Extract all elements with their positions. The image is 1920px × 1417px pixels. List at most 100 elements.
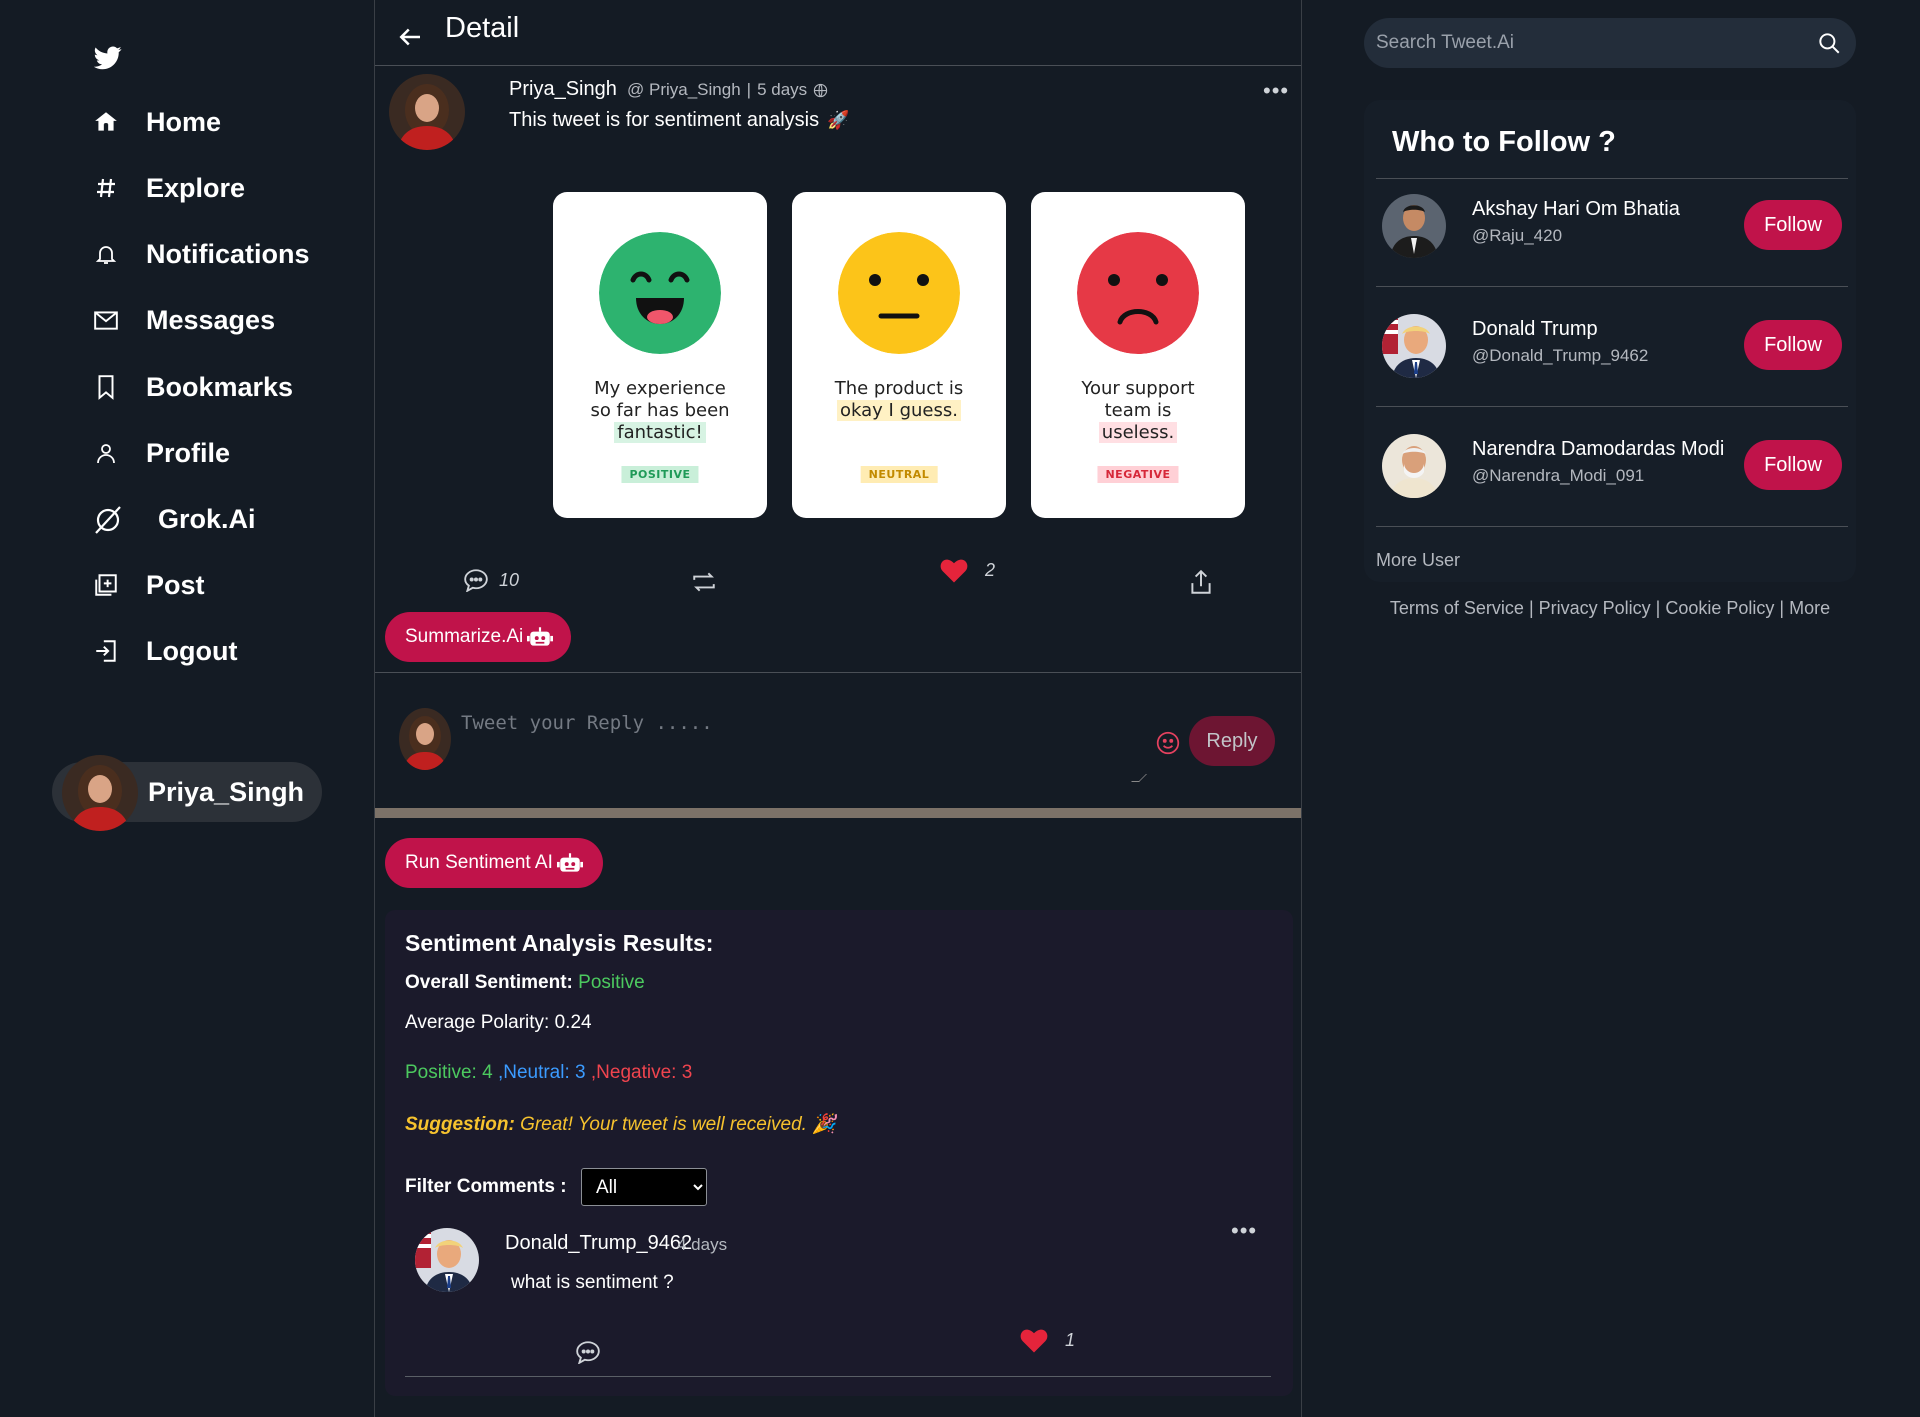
sidebar-item-notifications[interactable]: Notifications xyxy=(92,234,310,274)
sidebar-item-bookmarks[interactable]: Bookmarks xyxy=(92,367,293,407)
reply-button[interactable]: Reply xyxy=(1189,716,1275,766)
sidebar-item-label: Notifications xyxy=(146,238,310,269)
avatar xyxy=(1382,314,1446,378)
robot-icon xyxy=(527,627,554,646)
emoji-icon[interactable] xyxy=(1155,730,1181,756)
sidebar-item-logout[interactable]: Logout xyxy=(92,631,237,671)
avatar[interactable] xyxy=(415,1228,479,1292)
retweet-button[interactable] xyxy=(691,570,717,594)
comment-reply-button[interactable] xyxy=(575,1340,601,1364)
sidebar-item-label: Home xyxy=(146,106,222,137)
summarize-ai-button[interactable]: Summarize.Ai xyxy=(385,612,572,662)
heart-icon xyxy=(940,559,968,583)
results-title: Sentiment Analysis Results: xyxy=(405,930,714,956)
left-sidebar: Home Explore Notifications Messages Book… xyxy=(0,0,374,870)
back-arrow-icon[interactable] xyxy=(395,22,425,52)
terms-link[interactable]: Terms of Service xyxy=(1390,598,1524,618)
sidebar-item-home[interactable]: Home xyxy=(92,102,221,142)
post-handle: @ Priya_Singh xyxy=(627,80,741,99)
like-button[interactable]: 2 xyxy=(939,556,995,584)
more-options-icon[interactable]: ••• xyxy=(1263,78,1289,104)
suggestion-text: Great! Your tweet is well received. xyxy=(520,1114,807,1135)
sad-face-icon xyxy=(1077,232,1199,354)
sidebar-item-profile[interactable]: Profile xyxy=(92,433,230,473)
sidebar-item-post[interactable]: Post xyxy=(92,565,205,605)
follow-button[interactable]: Follow xyxy=(1744,320,1842,370)
twitter-bird-icon[interactable] xyxy=(94,46,122,70)
more-user-link[interactable]: More User xyxy=(1376,550,1460,571)
mail-icon xyxy=(92,306,120,334)
follow-user-handle: @Narendra_Modi_091 xyxy=(1472,466,1645,485)
cookie-link[interactable]: Cookie Policy xyxy=(1665,598,1774,618)
follow-suggestion[interactable]: Donald Trump @Donald_Trump_9462 Follow xyxy=(1364,302,1856,392)
sidebar-item-label: Messages xyxy=(146,304,276,335)
share-icon xyxy=(1191,569,1211,594)
post-author-name[interactable]: Priya_Singh xyxy=(509,78,617,101)
reply-input[interactable] xyxy=(461,712,1141,780)
follow-user-name: Akshay Hari Om Bhatia xyxy=(1472,198,1680,220)
card-line: team is xyxy=(1104,400,1172,421)
avatar xyxy=(62,755,138,831)
comment-button[interactable]: 10 xyxy=(463,568,519,592)
comment-icon xyxy=(576,1341,600,1364)
divider xyxy=(405,1376,1271,1377)
follow-button[interactable]: Follow xyxy=(1744,200,1842,250)
avatar xyxy=(1382,434,1446,498)
negative-count: Negative: 3 xyxy=(596,1062,693,1083)
rocket-emoji: 🚀 xyxy=(827,110,850,130)
overall-sentiment: Overall Sentiment: Positive xyxy=(405,972,645,994)
follow-button[interactable]: Follow xyxy=(1744,440,1842,490)
who-to-follow-title: Who to Follow ? xyxy=(1392,126,1616,158)
divider xyxy=(1376,286,1848,287)
sentiment-card-positive: My experience so far has been fantastic!… xyxy=(553,192,767,518)
avatar xyxy=(1382,194,1446,258)
follow-user-handle: @Raju_420 xyxy=(1472,226,1563,245)
heart-icon xyxy=(1020,1329,1048,1353)
divider xyxy=(1376,178,1848,179)
follow-suggestion[interactable]: Akshay Hari Om Bhatia @Raju_420 Follow xyxy=(1364,182,1856,272)
sidebar-item-label: Bookmarks xyxy=(146,371,294,402)
sidebar-item-label: Grok.Ai xyxy=(158,503,256,534)
sentiment-card-neutral: The product is okay I guess. NEUTRAL xyxy=(792,192,1006,518)
robot-icon xyxy=(556,853,583,872)
footer-sep: | xyxy=(1523,598,1539,618)
sidebar-item-label: Profile xyxy=(146,437,231,468)
sentiment-card-negative: Your support team is useless. NEGATIVE xyxy=(1031,192,1245,518)
detail-panel: Detail Priya_Singh @ Priya_Singh | 5 day… xyxy=(374,0,1302,1417)
privacy-link[interactable]: Privacy Policy xyxy=(1539,598,1651,618)
search-input[interactable] xyxy=(1376,18,1796,68)
card-highlight: fantastic! xyxy=(614,422,706,443)
sentiment-counts: Positive: 4 ,Neutral: 3 ,Negative: 3 xyxy=(405,1062,692,1084)
more-options-icon[interactable]: ••• xyxy=(1231,1218,1257,1244)
user-icon xyxy=(92,439,120,467)
sidebar-item-explore[interactable]: Explore xyxy=(92,168,245,208)
avatar xyxy=(399,708,451,770)
current-user-pill[interactable]: Priya_Singh xyxy=(52,755,322,831)
filter-comments-select[interactable]: All xyxy=(581,1168,707,1206)
run-sentiment-ai-button[interactable]: Run Sentiment AI xyxy=(385,838,603,888)
happy-face-icon xyxy=(599,232,721,354)
meta-separator: | xyxy=(746,80,752,99)
comment-like-button[interactable]: 1 xyxy=(1019,1326,1075,1354)
post-time: 5 days xyxy=(757,80,808,99)
suggestion: Suggestion: Great! Your tweet is well re… xyxy=(405,1112,836,1136)
comment-author-name[interactable]: Donald_Trump_9462 xyxy=(505,1232,692,1255)
avatar[interactable] xyxy=(389,74,465,150)
card-line: The product is xyxy=(834,378,964,399)
card-line: Your support xyxy=(1081,378,1195,399)
more-link[interactable]: More xyxy=(1789,598,1830,618)
detail-header: Detail xyxy=(375,0,1301,66)
current-user-name: Priya_Singh xyxy=(148,776,305,807)
search-bar xyxy=(1364,18,1856,68)
sidebar-item-messages[interactable]: Messages xyxy=(92,300,275,340)
share-button[interactable] xyxy=(1189,568,1213,596)
hashtag-icon xyxy=(92,174,120,202)
sidebar-item-label: Post xyxy=(146,569,205,600)
follow-suggestion[interactable]: Narendra Damodardas Modi @Narendra_Modi_… xyxy=(1364,422,1856,512)
suggestion-label: Suggestion: xyxy=(405,1114,515,1135)
sidebar-item-grok[interactable]: Grok.Ai xyxy=(92,499,256,539)
search-icon[interactable] xyxy=(1816,30,1842,56)
divider xyxy=(1376,526,1848,527)
party-emoji: 🎉 xyxy=(812,1114,836,1135)
post-icon xyxy=(92,571,120,599)
